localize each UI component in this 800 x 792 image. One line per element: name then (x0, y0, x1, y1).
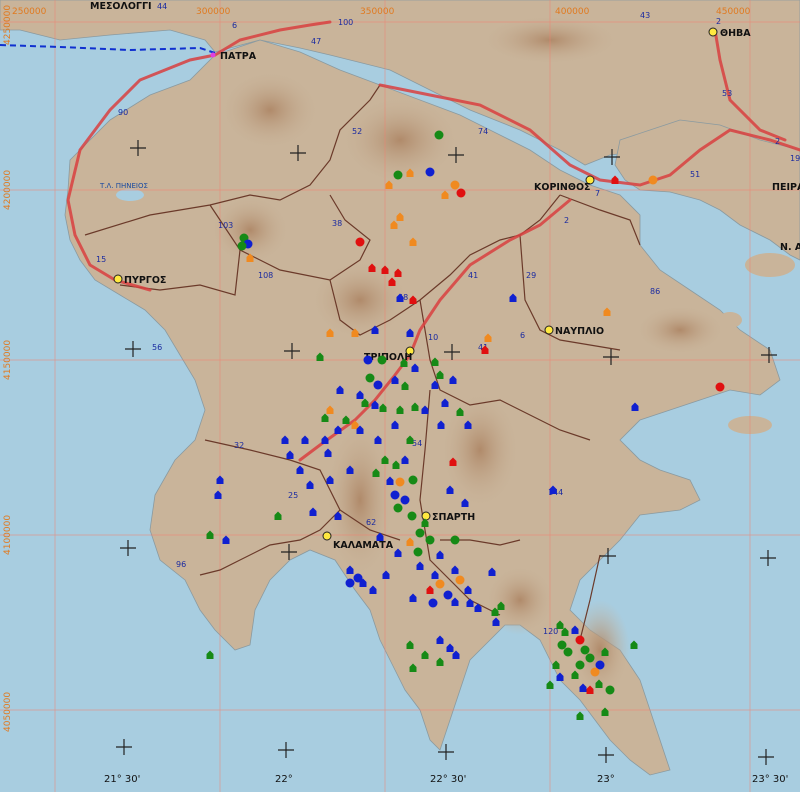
svg-text:56: 56 (152, 343, 162, 352)
svg-text:4050000: 4050000 (3, 692, 13, 732)
svg-text:15: 15 (96, 255, 106, 264)
svg-text:47: 47 (311, 37, 321, 46)
blue-marker (373, 380, 383, 390)
svg-text:6: 6 (232, 21, 237, 30)
svg-text:90: 90 (118, 108, 128, 117)
svg-text:25: 25 (288, 491, 298, 500)
blue-marker (345, 578, 355, 588)
blue-marker (428, 598, 438, 608)
svg-text:450000: 450000 (716, 7, 751, 17)
orange-marker (435, 579, 445, 589)
green-marker (575, 660, 585, 670)
island (745, 253, 795, 277)
red-marker (355, 237, 365, 247)
island (700, 377, 730, 393)
city-korinthos: ΚΟΡΙΝΘΟΣ (534, 182, 591, 193)
orange-marker (648, 175, 658, 185)
svg-text:2: 2 (775, 137, 780, 146)
svg-text:120: 120 (543, 627, 558, 636)
green-marker (450, 535, 460, 545)
city-patra: ΠΑΤΡΑ (220, 51, 257, 62)
green-marker (585, 653, 595, 663)
peloponnese-map: 250000 300000 350000 400000 450000 42500… (0, 0, 800, 792)
blue-marker (400, 495, 410, 505)
city-n-aigio: Ν. ΑΙ (780, 242, 800, 253)
svg-text:400000: 400000 (555, 7, 590, 17)
blue-marker (443, 590, 453, 600)
svg-text:23°: 23° (597, 774, 615, 785)
svg-text:250000: 250000 (12, 7, 47, 17)
green-marker (557, 640, 567, 650)
green-marker (407, 511, 417, 521)
lake-pineios (116, 189, 144, 201)
green-marker (425, 535, 435, 545)
svg-text:21° 30': 21° 30' (104, 774, 140, 785)
svg-text:62: 62 (366, 518, 376, 527)
svg-text:10: 10 (428, 333, 438, 342)
city-kalamata: ΚΑΛΑΜΑΤΑ (333, 540, 394, 551)
green-marker (434, 130, 444, 140)
svg-text:2: 2 (716, 17, 721, 26)
svg-text:22°: 22° (275, 774, 293, 785)
svg-text:22° 30': 22° 30' (430, 774, 466, 785)
svg-text:4200000: 4200000 (3, 170, 13, 210)
green-marker (605, 685, 615, 695)
svg-text:86: 86 (650, 287, 660, 296)
green-marker (377, 355, 387, 365)
green-marker (237, 241, 247, 251)
lake-label: Τ.Λ. ΠΗΝΕΙΟΣ (99, 182, 148, 190)
green-marker (365, 373, 375, 383)
svg-text:108: 108 (258, 271, 273, 280)
city-sparti: ΣΠΑΡΤΗ (432, 512, 475, 523)
red-marker (456, 188, 466, 198)
green-marker (393, 503, 403, 513)
svg-text:350000: 350000 (360, 7, 395, 17)
blue-marker (425, 167, 435, 177)
svg-text:44: 44 (157, 2, 167, 11)
blue-marker (363, 355, 373, 365)
svg-text:52: 52 (352, 127, 362, 136)
city-nafplio: ΝΑΥΠΛΙΟ (555, 326, 604, 337)
city-pyrgos: ΠΥΡΓΟΣ (124, 275, 166, 286)
green-marker (413, 547, 423, 557)
svg-text:2: 2 (564, 216, 569, 225)
city-peiraias: ΠΕΙΡΑ (772, 182, 800, 193)
svg-text:100: 100 (338, 18, 353, 27)
svg-text:41: 41 (468, 271, 478, 280)
green-marker (393, 170, 403, 180)
svg-text:4250000: 4250000 (3, 5, 13, 45)
green-marker (563, 647, 573, 657)
orange-marker (450, 180, 460, 190)
svg-text:32: 32 (234, 441, 244, 450)
orange-marker (395, 477, 405, 487)
svg-text:53: 53 (722, 89, 732, 98)
svg-text:103: 103 (218, 221, 233, 230)
city-mesolongi: ΜΕΣΟΛΟΓΓΙ (90, 1, 152, 12)
svg-text:4100000: 4100000 (3, 515, 13, 555)
svg-text:74: 74 (478, 127, 488, 136)
svg-text:96: 96 (176, 560, 186, 569)
green-marker (408, 475, 418, 485)
red-marker (715, 382, 725, 392)
orange-marker (590, 667, 600, 677)
svg-text:51: 51 (690, 170, 700, 179)
svg-text:43: 43 (640, 11, 650, 20)
green-marker (415, 528, 425, 538)
svg-text:19: 19 (790, 154, 800, 163)
svg-text:23° 30': 23° 30' (752, 774, 788, 785)
svg-text:6: 6 (520, 331, 525, 340)
orange-marker (455, 575, 465, 585)
svg-text:38: 38 (332, 219, 342, 228)
svg-text:4150000: 4150000 (3, 340, 13, 380)
green-marker (580, 645, 590, 655)
svg-text:7: 7 (595, 189, 600, 198)
city-thiva: ΘΗΒΑ (720, 28, 751, 39)
svg-text:54: 54 (412, 439, 422, 448)
svg-text:300000: 300000 (196, 7, 231, 17)
blue-marker (390, 490, 400, 500)
red-marker (575, 635, 585, 645)
svg-text:29: 29 (526, 271, 536, 280)
